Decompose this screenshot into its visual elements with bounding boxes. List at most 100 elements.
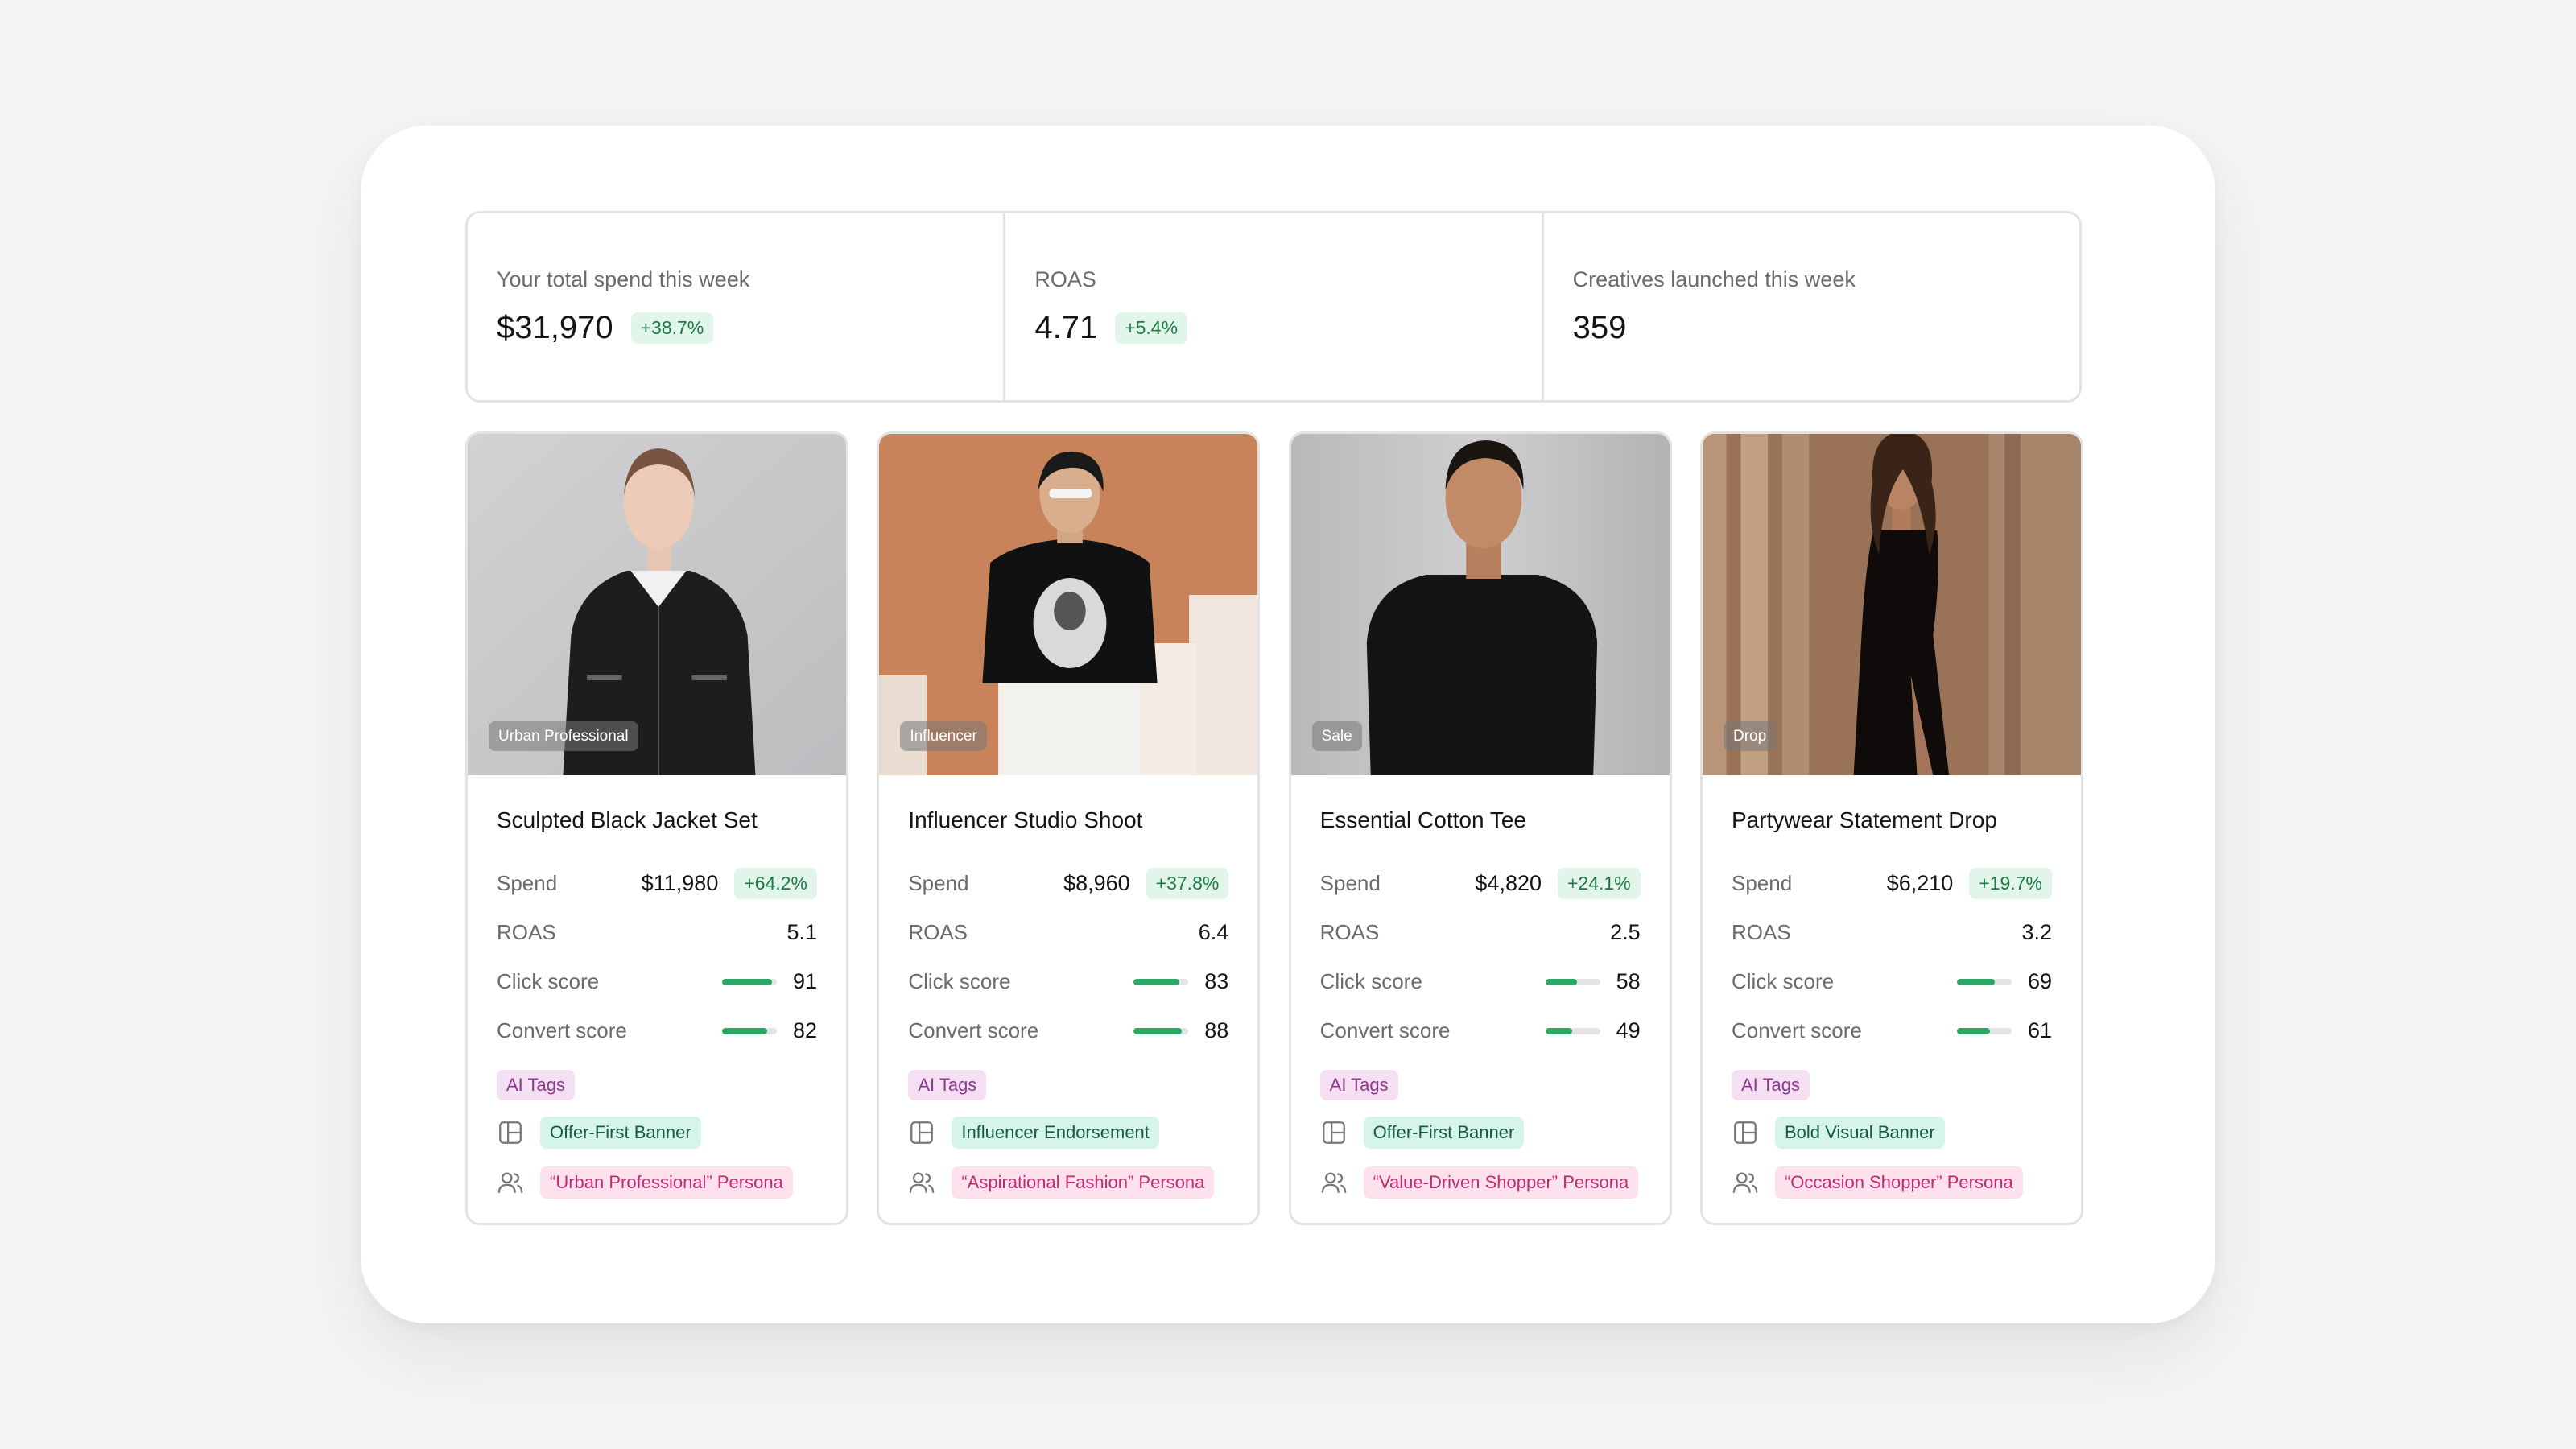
- spend-value: $6,210: [1886, 871, 1954, 895]
- spend-value: $4,820: [1475, 871, 1542, 895]
- creative-card[interactable]: Sale Essential Cotton Tee Spend $4,820 +…: [1288, 431, 1672, 1225]
- persona-tag[interactable]: “Occasion Shopper” Persona: [1774, 1166, 2023, 1199]
- convert-score-row: Convert score 61: [1732, 1006, 2052, 1055]
- persona-tag[interactable]: “Urban Professional” Persona: [540, 1166, 793, 1199]
- row-label: Click score: [908, 969, 1011, 993]
- creative-image[interactable]: Sale: [1290, 434, 1670, 775]
- roas-value: 3.2: [2021, 920, 2052, 944]
- row-label: ROAS: [1319, 920, 1380, 944]
- roas-value: 6.4: [1198, 920, 1229, 944]
- row-label: ROAS: [1731, 920, 1791, 944]
- audience-tag: Urban Professional: [489, 721, 638, 751]
- card-title: Essential Cotton Tee: [1319, 807, 1526, 832]
- users-icon: [1321, 1172, 1346, 1193]
- row-label: Click score: [1731, 969, 1835, 993]
- row-label: Convert score: [497, 1018, 627, 1042]
- format-tag[interactable]: Offer-First Banner: [540, 1117, 701, 1149]
- row-label: ROAS: [908, 920, 968, 944]
- score-fill: [1956, 1027, 1991, 1034]
- convert-score-value: 49: [1616, 1018, 1641, 1042]
- persona-tag[interactable]: “Aspirational Fashion” Persona: [952, 1166, 1215, 1199]
- score-fill: [1956, 978, 1995, 985]
- ai-tags-label: AI Tags: [1731, 1070, 1810, 1100]
- click-score-row: Click score 58: [1320, 957, 1641, 1006]
- stat-total-spend: Your total spend this week $31,970 +38.7…: [468, 213, 1006, 400]
- stat-roas: ROAS 4.71 +5.4%: [1005, 213, 1544, 400]
- card-title: Influencer Studio Shoot: [908, 807, 1143, 832]
- creative-image[interactable]: Urban Professional: [468, 434, 846, 775]
- creative-cards: Urban Professional Sculpted Black Jacket…: [465, 431, 2083, 1225]
- score-fill: [721, 978, 772, 985]
- row-label: Click score: [1319, 969, 1422, 993]
- card-title: Sculpted Black Jacket Set: [497, 807, 758, 832]
- roas-value: 5.1: [786, 920, 817, 944]
- format-tag-line: Influencer Endorsement: [908, 1117, 1228, 1149]
- ai-tags-label: AI Tags: [1319, 1070, 1398, 1100]
- score-fill: [721, 1027, 767, 1034]
- persona-tag[interactable]: “Value-Driven Shopper” Persona: [1363, 1166, 1639, 1199]
- row-label: Convert score: [1731, 1018, 1862, 1042]
- convert-score-bar: [721, 1027, 777, 1034]
- row-label: Convert score: [908, 1018, 1039, 1042]
- score-fill: [1133, 1027, 1183, 1034]
- format-tag[interactable]: Offer-First Banner: [1363, 1117, 1525, 1149]
- click-score-bar: [1545, 978, 1600, 985]
- click-score-bar: [721, 978, 777, 985]
- convert-score-row: Convert score 88: [908, 1006, 1228, 1055]
- users-icon: [910, 1172, 935, 1193]
- spend-row: Spend $4,820 +24.1%: [1320, 859, 1641, 908]
- spend-row: Spend $8,960 +37.8%: [908, 859, 1229, 908]
- stat-value: 4.71: [1034, 310, 1098, 345]
- creative-card[interactable]: Influencer Influencer Studio Shoot Spend…: [877, 431, 1261, 1225]
- change-badge: +5.4%: [1115, 312, 1188, 344]
- format-tag-line: Offer-First Banner: [497, 1117, 817, 1149]
- row-label: Click score: [497, 969, 600, 993]
- row-label: Convert score: [1319, 1018, 1451, 1042]
- change-badge: +19.7%: [1969, 868, 2052, 899]
- stat-creatives-launched: Creatives launched this week 359: [1544, 213, 2079, 400]
- audience-tag: Sale: [1311, 721, 1362, 751]
- spend-row: Spend $11,980 +64.2%: [497, 859, 817, 908]
- format-tag-line: Offer-First Banner: [1320, 1117, 1641, 1149]
- format-tag[interactable]: Bold Visual Banner: [1774, 1117, 1945, 1149]
- creative-card[interactable]: Drop Partywear Statement Drop Spend $6,2…: [1699, 431, 2083, 1225]
- convert-score-value: 61: [2027, 1018, 2052, 1042]
- format-tag[interactable]: Influencer Endorsement: [952, 1117, 1159, 1149]
- creative-image[interactable]: Drop: [1702, 434, 2081, 775]
- stat-label: Creatives launched this week: [1572, 267, 1856, 291]
- layout-icon: [1734, 1121, 1757, 1144]
- spend-value: $8,960: [1063, 871, 1130, 895]
- layout-icon: [499, 1121, 522, 1144]
- row-label: Spend: [1731, 871, 1793, 895]
- users-icon: [497, 1172, 523, 1193]
- change-badge: +38.7%: [630, 312, 714, 344]
- row-label: Spend: [1319, 871, 1381, 895]
- convert-score-bar: [1956, 1027, 2012, 1034]
- creative-image[interactable]: Influencer: [879, 434, 1258, 775]
- roas-row: ROAS 5.1: [497, 908, 817, 957]
- format-tag-line: Bold Visual Banner: [1732, 1117, 2052, 1149]
- persona-tag-line: “Urban Professional” Persona: [497, 1166, 817, 1199]
- convert-score-bar: [1133, 1027, 1189, 1034]
- score-fill: [1133, 978, 1179, 985]
- score-fill: [1545, 1027, 1572, 1034]
- row-label: ROAS: [497, 920, 556, 944]
- card-title: Partywear Statement Drop: [1731, 807, 1997, 832]
- roas-value: 2.5: [1610, 920, 1641, 944]
- change-badge: +37.8%: [1146, 868, 1229, 899]
- roas-row: ROAS 3.2: [1732, 908, 2052, 957]
- convert-score-row: Convert score 82: [497, 1006, 817, 1055]
- click-score-row: Click score 69: [1732, 957, 2052, 1006]
- spend-row: Spend $6,210 +19.7%: [1732, 859, 2052, 908]
- click-score-bar: [1133, 978, 1189, 985]
- row-label: Spend: [497, 871, 558, 895]
- click-score-value: 69: [2027, 969, 2052, 993]
- click-score-bar: [1956, 978, 2012, 985]
- audience-tag: Drop: [1723, 721, 1777, 751]
- layout-icon: [1322, 1121, 1345, 1144]
- roas-row: ROAS 6.4: [908, 908, 1228, 957]
- stat-value: $31,970: [497, 310, 613, 345]
- convert-score-row: Convert score 49: [1320, 1006, 1641, 1055]
- change-badge: +64.2%: [734, 868, 817, 899]
- creative-card[interactable]: Urban Professional Sculpted Black Jacket…: [465, 431, 848, 1225]
